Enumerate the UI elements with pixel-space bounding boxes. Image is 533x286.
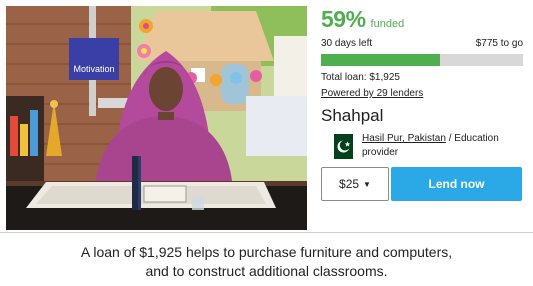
poster-text: Motivation [73,64,114,74]
lend-now-button[interactable]: Lend now [391,167,522,201]
time-remaining-row: 30 days left $775 to go [321,38,523,49]
funding-progress-bar [321,54,523,66]
funded-status: 59% funded [321,6,523,32]
section-divider [0,232,533,233]
lend-amount-dropdown[interactable]: $25 ▼ [321,167,389,201]
loan-info-panel: 59% funded 30 days left $775 to go Total… [321,6,523,201]
chevron-down-icon: ▼ [363,179,371,189]
borrower-location-row: Hasil Pur, Pakistan / Education provider [321,132,523,160]
funded-percent: 59% [321,6,366,32]
lend-amount-value: $25 [339,177,360,191]
amount-to-go: $775 to go [475,38,523,49]
funding-progress-fill [321,54,441,66]
funded-label: funded [370,18,405,30]
lend-action-row: $25 ▼ Lend now [321,167,523,201]
description-line-1: A loan of $1,925 helps to purchase furni… [80,244,453,260]
description-line-2: and to construct additional classrooms. [145,263,388,279]
pakistan-flag-icon [328,134,353,159]
loan-description: A loan of $1,925 helps to purchase furni… [0,243,533,281]
total-loan: Total loan: $1,925 [321,72,400,83]
lenders-link[interactable]: Powered by 29 lenders [321,88,423,99]
classroom-photo-image: Motivation [6,6,307,230]
location-link[interactable]: Hasil Pur, Pakistan [362,133,446,144]
location-sector-text: Hasil Pur, Pakistan / Education provider [362,132,523,160]
borrower-name: Shahpal [321,106,384,125]
days-left: 30 days left [321,38,373,49]
borrower-photo[interactable]: Motivation [6,6,307,230]
